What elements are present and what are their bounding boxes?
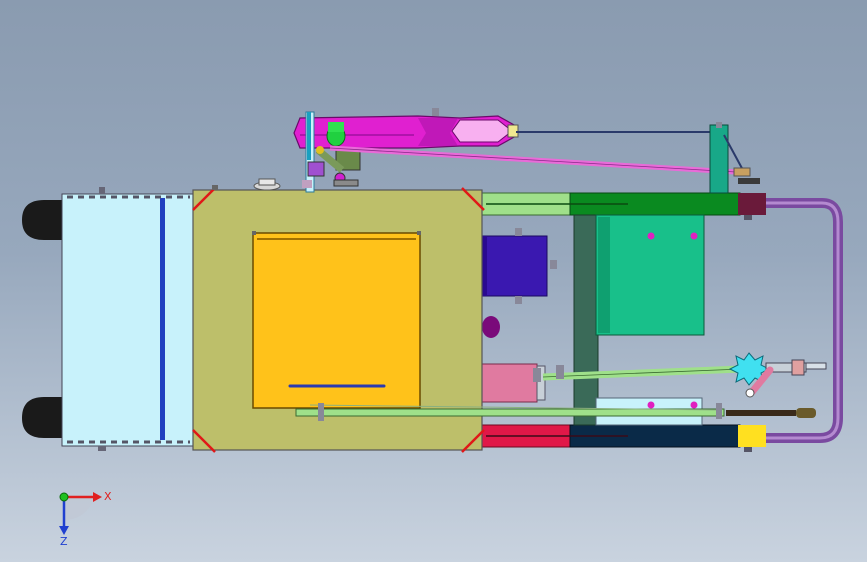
collection-bin[interactable]	[61, 193, 195, 447]
coordinate-triad: X Z	[59, 490, 112, 548]
access-panel[interactable]	[252, 232, 421, 409]
bracket-post	[709, 124, 729, 194]
rail-end-top	[738, 193, 766, 215]
lower-rod	[295, 408, 725, 417]
x-axis-label: X	[104, 490, 112, 503]
motor[interactable]	[480, 235, 548, 297]
knob[interactable]	[482, 316, 500, 338]
wheel-top	[22, 200, 62, 240]
support-column	[573, 214, 599, 426]
z-axis-label: Z	[60, 535, 68, 548]
cad-viewport[interactable]: X Z	[0, 0, 867, 562]
rod-grip[interactable]	[726, 410, 796, 416]
cylinder	[480, 363, 538, 403]
wheel-bottom	[22, 397, 62, 438]
handle-loop[interactable]	[760, 198, 843, 443]
assembly-top-view: X Z	[22, 108, 843, 548]
rail-end-bottom	[738, 425, 766, 447]
